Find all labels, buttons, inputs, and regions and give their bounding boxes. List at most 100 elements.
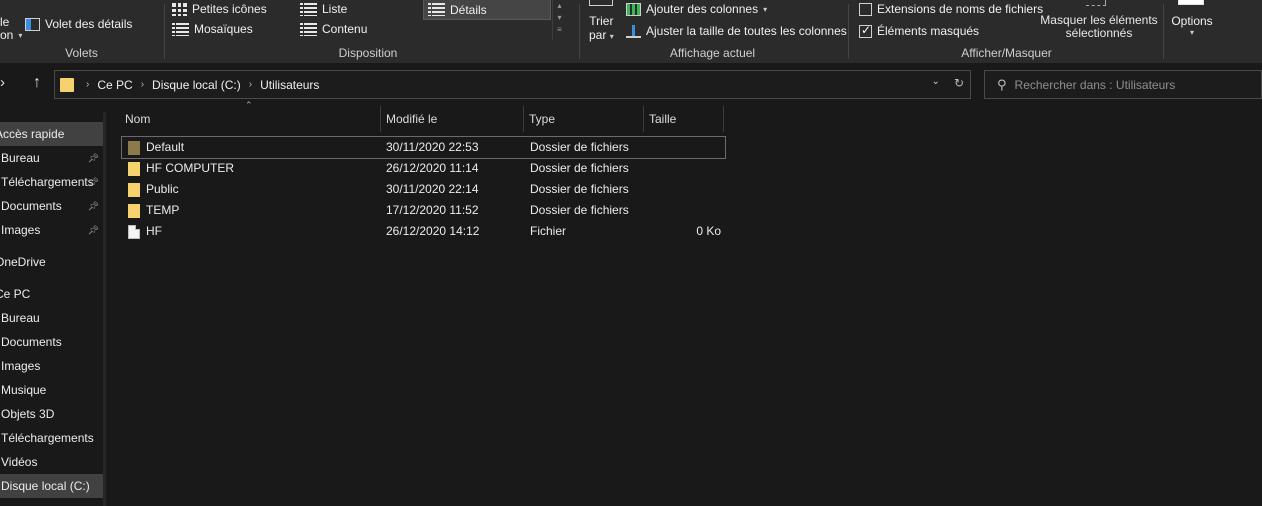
sidebar-item-documents[interactable]: Documents 📌︎: [0, 194, 103, 218]
layout-tiles[interactable]: Mosaïques: [172, 22, 253, 36]
column-header-type[interactable]: Type: [524, 106, 644, 132]
hide-selected-button[interactable]: Masquer les éléments sélectionnés: [1038, 14, 1160, 40]
ribbon-group-volets: le on ▾ Volet des détails Volets: [0, 0, 163, 63]
breadcrumb-ce-pc[interactable]: Ce PC: [97, 78, 132, 92]
chevron-right-icon[interactable]: ›: [141, 79, 144, 90]
row-size: 0 Ko: [696, 224, 721, 238]
row-name: Default: [146, 140, 185, 154]
options-button[interactable]: Options ▾: [1166, 0, 1218, 63]
checkbox-checked-icon: [859, 23, 872, 38]
navigation-pane-label-2: on: [0, 28, 14, 42]
sort-by-button[interactable]: Trier par ▾: [589, 14, 614, 44]
recent-locations-icon[interactable]: ›: [0, 73, 5, 93]
up-arrow-icon[interactable]: ↑: [33, 73, 41, 93]
sidebar-item-label: Disque local (C:): [1, 479, 90, 493]
details-pane-icon: [25, 17, 40, 31]
details-pane-button[interactable]: Volet des détails: [25, 17, 132, 31]
folder-icon: [128, 141, 140, 155]
column-header-taille[interactable]: Taille: [644, 106, 724, 132]
column-header-modifie[interactable]: Modifié le: [381, 106, 524, 132]
search-input[interactable]: [1014, 77, 1255, 92]
group-title-affichage-actuel: Affichage actuel: [669, 46, 756, 60]
layout-list-label: Liste: [322, 2, 348, 16]
refresh-icon[interactable]: ↻: [954, 76, 964, 90]
tiles-icon: [172, 22, 189, 36]
row-modified: 30/11/2020 22:53: [386, 140, 479, 154]
chevron-right-icon[interactable]: ›: [249, 79, 252, 90]
checkbox-unchecked-icon: [859, 2, 872, 16]
sidebar-item-images[interactable]: Images 📌︎: [0, 218, 103, 242]
sidebar-item-telechargements[interactable]: Téléchargements 📌︎: [0, 170, 103, 194]
ribbon-group-disposition: Petites icônes Mosaïques Liste Contenu D…: [166, 0, 570, 63]
fit-columns-icon: [626, 24, 641, 38]
sidebar-item-pc-documents[interactable]: Documents: [0, 330, 103, 354]
file-icon: [128, 225, 140, 239]
add-columns-button[interactable]: Ajouter des colonnes ▾: [626, 2, 767, 16]
sidebar-item-objets-3d[interactable]: Objets 3D: [0, 402, 103, 426]
sidebar-item-musique[interactable]: Musique: [0, 378, 103, 402]
sidebar-item-videos[interactable]: Vidéos: [0, 450, 103, 474]
group-title-volets: Volets: [65, 46, 98, 60]
layout-details[interactable]: Détails: [423, 0, 551, 20]
chevron-down-icon: ▾: [1189, 28, 1194, 37]
row-type: Dossier de fichiers: [530, 161, 629, 175]
list-icon: [300, 2, 317, 16]
table-row[interactable]: Default 30/11/2020 22:53 Dossier de fich…: [121, 136, 726, 159]
sort-by-label-2: par ▾: [589, 28, 614, 44]
sidebar-item-label: Documents: [1, 199, 62, 213]
row-type: Dossier de fichiers: [530, 203, 629, 217]
details-icon: [428, 3, 445, 16]
file-extensions-label: Extensions de noms de fichiers: [877, 2, 1044, 16]
layout-small-icons[interactable]: Petites icônes: [172, 2, 267, 16]
chevron-right-icon: ›: [86, 79, 90, 90]
fit-columns-button[interactable]: Ajuster la taille de toutes les colonnes: [626, 24, 847, 38]
row-name: HF: [146, 224, 162, 238]
hidden-items-checkbox[interactable]: Éléments masqués: [859, 23, 979, 38]
breadcrumb-disque-local[interactable]: Disque local (C:): [152, 78, 241, 92]
sidebar-item-pc-images[interactable]: Images: [0, 354, 103, 378]
sidebar-item-disque-local[interactable]: Disque local (C:): [0, 474, 103, 498]
table-row[interactable]: HF COMPUTER 26/12/2020 11:14 Dossier de …: [122, 158, 725, 179]
sidebar-item-label: Images: [1, 359, 41, 373]
add-columns-label: Ajouter des colonnes: [646, 2, 759, 16]
ribbon-group-affichage-actuel: Trier par ▾ Ajouter des colonnes ▾ Ajust…: [581, 0, 847, 63]
row-type: Dossier de fichiers: [530, 182, 629, 196]
layout-small-icons-label: Petites icônes: [192, 2, 267, 16]
address-bar[interactable]: › Ce PC › Disque local (C:) › Utilisateu…: [54, 70, 971, 99]
sidebar-item-bureau[interactable]: Bureau 📌︎: [0, 146, 103, 170]
expand-gallery-icon: ≡: [557, 25, 562, 34]
sidebar-item-pc-bureau[interactable]: Bureau: [0, 306, 103, 330]
row-type: Dossier de fichiers: [530, 140, 629, 154]
ribbon-divider: [579, 4, 580, 59]
content-icon: [300, 22, 317, 36]
chevron-down-icon[interactable]: ⌄: [932, 76, 940, 90]
navigation-row: › ↑ › Ce PC › Disque local (C:) › Utilis…: [0, 68, 1262, 100]
sidebar-item-acces-rapide[interactable]: Accès rapide: [0, 122, 103, 146]
ribbon-divider: [1163, 4, 1164, 59]
folder-icon: [128, 162, 140, 176]
folder-icon: [60, 77, 74, 92]
sidebar-item-label: Vidéos: [1, 455, 38, 469]
file-list: ⌃ Nom Modifié le Type Taille Default 30/…: [106, 100, 1262, 506]
sidebar-item-pc-telechargements[interactable]: Téléchargements: [0, 426, 103, 450]
fit-columns-label: Ajuster la taille de toutes les colonnes: [646, 24, 847, 38]
navigation-pane-button-label-1[interactable]: le: [0, 15, 9, 29]
file-extensions-checkbox[interactable]: Extensions de noms de fichiers: [859, 2, 1043, 16]
table-row[interactable]: TEMP 17/12/2020 11:52 Dossier de fichier…: [122, 200, 725, 221]
table-row[interactable]: HF 26/12/2020 14:12 Fichier 0 Ko: [122, 221, 725, 242]
breadcrumb-utilisateurs[interactable]: Utilisateurs: [260, 78, 319, 92]
sidebar-item-onedrive[interactable]: OneDrive: [0, 250, 103, 274]
ribbon: le on ▾ Volet des détails Volets Petites …: [0, 0, 1262, 63]
row-name: Public: [146, 182, 179, 196]
sidebar-item-label: Bureau: [1, 151, 40, 165]
sidebar-item-ce-pc[interactable]: Ce PC: [0, 282, 103, 306]
column-header-nom[interactable]: Nom: [120, 106, 381, 132]
layout-content[interactable]: Contenu: [300, 22, 367, 36]
navigation-pane-button-label-2[interactable]: on ▾: [0, 28, 22, 42]
sidebar-item-label: Accès rapide: [0, 127, 65, 141]
search-box[interactable]: ⚲: [984, 70, 1262, 99]
layout-list[interactable]: Liste: [300, 2, 347, 16]
table-row[interactable]: Public 30/11/2020 22:14 Dossier de fichi…: [122, 179, 725, 200]
layout-gallery-scroll[interactable]: ▴ ▾ ≡: [552, 0, 566, 40]
row-modified: 30/11/2020 22:14: [386, 182, 479, 196]
